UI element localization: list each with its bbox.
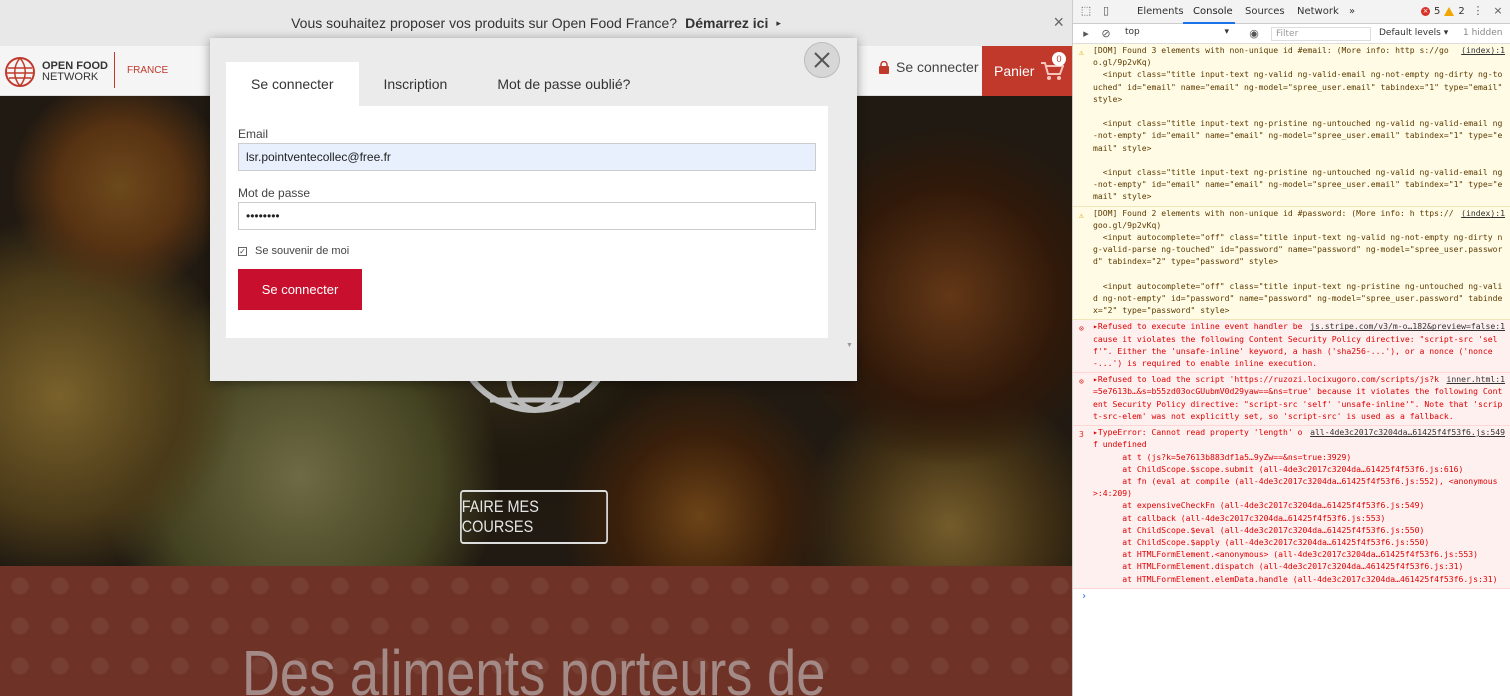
console-toolbar: ▸ ⊘ top ▾ ◉ Filter Default levels ▾ 1 hi… [1073,24,1510,44]
context-select[interactable]: top ▾ [1125,27,1229,41]
modal-tabs: Se connecter Inscription Mot de passe ou… [226,62,655,106]
website-viewport: Vous souhaitez proposer vos produits sur… [0,0,1072,696]
login-modal: Se connecter Inscription Mot de passe ou… [210,38,857,381]
cart-label: Panier [994,63,1035,79]
chevron-down-icon: ▾ [1224,27,1229,37]
banner-close-icon[interactable]: × [1053,12,1064,33]
devtools-tab-console[interactable]: Console [1193,6,1233,17]
warning-icon: ⚠ [1079,47,1084,57]
console-output: ⚠ (index):1 [DOM] Found 3 elements with no… [1073,44,1510,696]
tab-forgot-password[interactable]: Mot de passe oublié? [472,62,655,106]
error-icon: ⊗ [1079,376,1084,387]
tab-login[interactable]: Se connecter [226,62,359,106]
arrow-right-icon: ▸ [776,17,781,28]
cart-button[interactable]: Panier 0 [982,46,1072,96]
login-form: Email lsr.pointventecollec@free.fr Mot d… [226,106,828,338]
password-label: Mot de passe [238,186,311,200]
console-message-error[interactable]: 3 all-4de3c2017c3204da…61425f4f53f6.js:54… [1073,426,1510,589]
message-source-link[interactable]: inner.html:1 [1447,373,1505,385]
message-source-link[interactable]: js.stripe.com/v3/m-o…182&preview=false:1 [1310,320,1505,332]
more-tabs-icon[interactable]: » [1349,6,1355,17]
remember-me-row: ✓ Se souvenir de moi [238,245,349,257]
message-text: [DOM] Found 2 elements with non-unique i… [1093,207,1503,316]
email-label: Email [238,127,269,141]
logo-text: OPEN FOOD NETWORK [42,61,108,83]
email-field[interactable]: lsr.pointventecollec@free.fr [238,143,816,171]
devtools-tab-sources[interactable]: Sources [1245,6,1285,17]
message-text: ▸TypeError: Cannot read property 'length… [1093,427,1498,584]
message-text: [DOM] Found 3 elements with non-unique i… [1093,45,1503,202]
sidebar-toggle-icon[interactable]: ▸ [1079,27,1093,41]
console-filter-input[interactable]: Filter [1271,27,1371,41]
device-toolbar-icon[interactable]: ▯ [1099,4,1113,18]
remember-me-checkbox[interactable]: ✓ [238,246,247,256]
hidden-count: 1 hidden [1463,28,1503,38]
devtools-toolbar: ⬚ ▯ Elements Console Sources Network » ×… [1073,0,1510,24]
devtools-panel: ⬚ ▯ Elements Console Sources Network » ×… [1072,0,1510,696]
close-icon [814,52,830,68]
kebab-menu-icon[interactable]: ⋮ [1471,4,1485,18]
tab-signup[interactable]: Inscription [359,62,473,106]
console-message-warn[interactable]: ⚠ (index):1 [DOM] Found 3 elements with no… [1073,44,1510,207]
error-icon: ⊗ [1079,323,1084,334]
close-devtools-icon[interactable]: × [1491,4,1505,18]
globe-logo-icon [5,57,35,87]
logo-line-2: NETWORK [42,71,99,83]
country-label: FRANCE [114,52,168,88]
live-expression-eye-icon[interactable]: ◉ [1247,27,1261,41]
inspect-element-icon[interactable]: ⬚ [1079,4,1093,18]
remember-me-label: Se souvenir de moi [255,245,350,257]
message-source-link[interactable]: (index):1 [1461,207,1505,219]
header-login-link[interactable]: Se connecter [878,59,979,75]
password-field[interactable]: •••••••• [238,202,816,230]
cart-count-badge: 0 [1052,52,1066,66]
lock-icon [879,60,889,74]
console-message-warn[interactable]: ⚠ (index):1 [DOM] Found 2 elements with no… [1073,206,1510,321]
modal-close-button[interactable] [804,42,840,78]
issue-counters[interactable]: × 5 2 [1421,6,1465,17]
message-source-link[interactable]: (index):1 [1461,44,1505,56]
header-login-label: Se connecter [896,59,979,75]
console-message-error[interactable]: ⊗ inner.html:1 ▸Refused to load the script… [1073,373,1510,427]
error-icon: 3 [1079,429,1084,440]
error-count-icon: × [1421,7,1430,16]
scroll-down-icon[interactable]: ▼ [846,342,853,349]
context-value: top [1125,27,1140,37]
banner-text: Vous souhaitez proposer vos produits sur… [291,15,678,31]
log-levels-dropdown[interactable]: Default levels ▾ [1379,28,1448,38]
banner-cta-link[interactable]: Démarrez ici [685,15,768,31]
warning-count: 2 [1458,6,1465,17]
message-text: ▸Refused to load the script 'https://ruz… [1093,374,1503,421]
console-message-error[interactable]: ⊗ js.stripe.com/v3/m-o…182&preview=false:… [1073,320,1510,374]
devtools-tab-elements[interactable]: Elements [1137,6,1184,17]
login-submit-button[interactable]: Se connecter [238,269,362,310]
message-source-link[interactable]: all-4de3c2017c3204da…61425f4f53f6.js:549 [1310,426,1505,438]
tagline-heading: Des aliments porteurs de [242,637,826,696]
shop-now-button[interactable]: FAIRE MES COURSES [460,490,608,544]
devtools-tab-network[interactable]: Network [1297,6,1339,17]
warning-icon: ⚠ [1079,209,1084,220]
site-logo[interactable]: OPEN FOOD NETWORK [4,54,114,90]
error-count: 5 [1434,6,1441,17]
console-prompt-input[interactable]: › [1073,589,1510,603]
clear-console-icon[interactable]: ⊘ [1099,27,1113,41]
warning-count-icon [1444,7,1455,16]
